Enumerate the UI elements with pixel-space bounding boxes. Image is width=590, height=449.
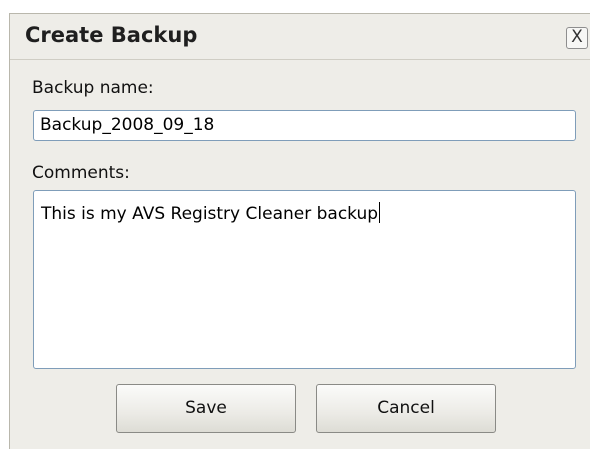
dialog-titlebar: Create Backup X <box>10 14 590 60</box>
dialog-title: Create Backup <box>25 23 198 47</box>
comments-label: Comments: <box>32 163 130 183</box>
create-backup-dialog: Create Backup X Backup name: Backup_2008… <box>9 13 590 449</box>
backup-name-label: Backup name: <box>32 78 154 98</box>
backup-name-input[interactable]: Backup_2008_09_18 <box>33 110 576 141</box>
save-button[interactable]: Save <box>116 384 296 433</box>
backup-name-value: Backup_2008_09_18 <box>40 115 215 135</box>
comments-textarea[interactable]: This is my AVS Registry Cleaner backup <box>33 190 576 369</box>
text-caret <box>379 202 381 223</box>
close-icon: X <box>571 27 583 47</box>
comments-value: This is my AVS Registry Cleaner backup <box>41 204 379 224</box>
cancel-button[interactable]: Cancel <box>316 384 496 433</box>
close-button[interactable]: X <box>566 27 588 49</box>
